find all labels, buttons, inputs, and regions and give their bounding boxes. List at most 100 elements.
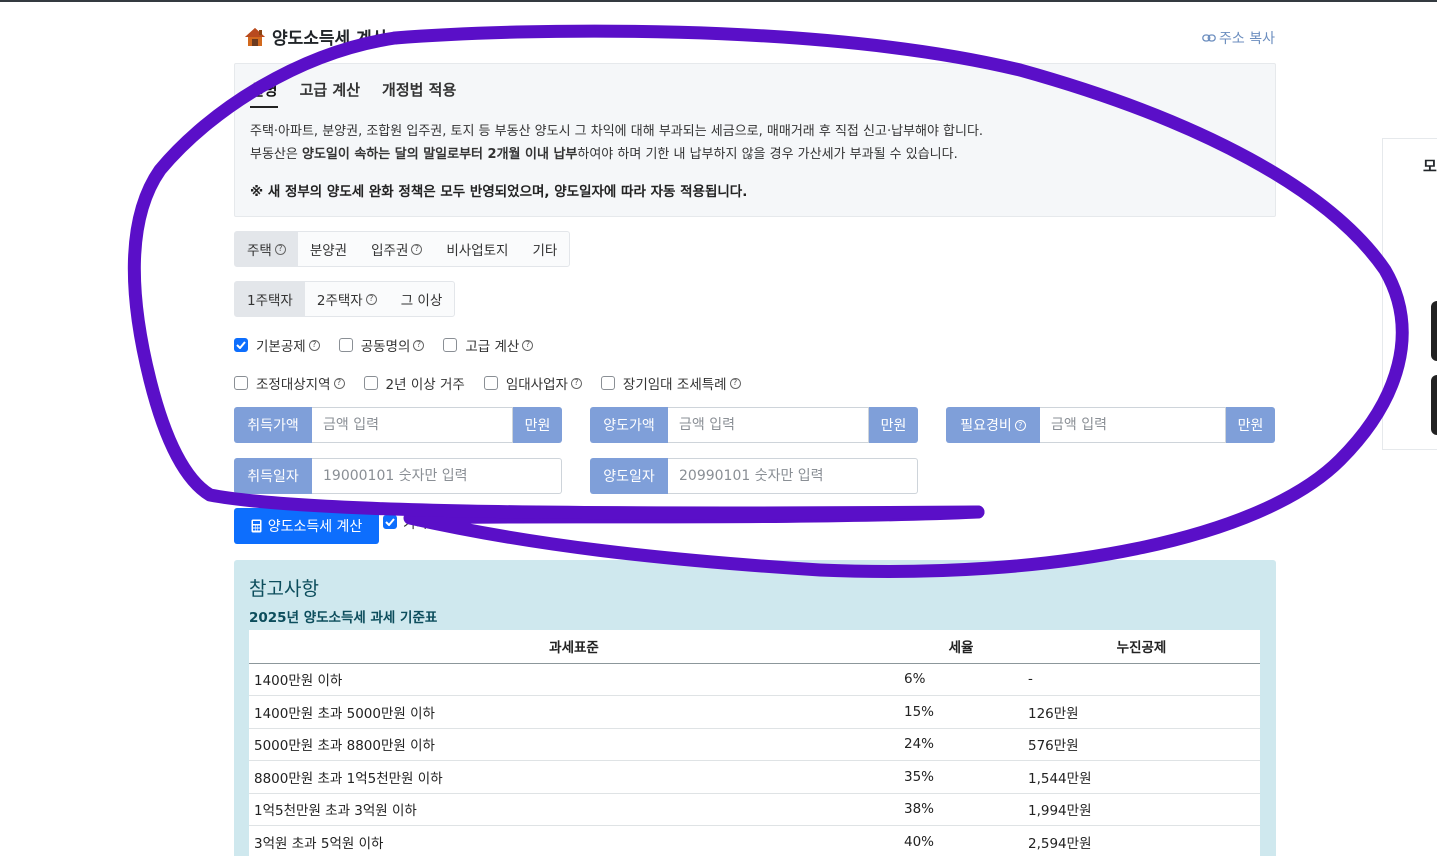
check-joint-ownership[interactable]: 공동명의? bbox=[338, 335, 425, 355]
help-icon[interactable]: ? bbox=[365, 293, 377, 305]
check-advanced-calc-label: 고급 계산 bbox=[465, 339, 520, 355]
table-row: 5000만원 초과 8800만원 이하 24% 576만원 bbox=[249, 728, 1260, 761]
check-long-term-rental[interactable]: 장기임대 조세특례? bbox=[600, 373, 741, 393]
help-icon[interactable]: ? bbox=[274, 243, 286, 255]
check-basic-deduction[interactable]: 기본공제? bbox=[234, 335, 320, 355]
copy-link-label: 주소 복사 bbox=[1219, 31, 1275, 47]
acquisition-date-group: 취득일자 bbox=[234, 458, 562, 494]
owner-count-one[interactable]: 1주택자 bbox=[235, 282, 305, 316]
table-header-row: 과세표준 세율 누진공제 bbox=[249, 630, 1260, 664]
help-icon[interactable]: ? bbox=[729, 377, 741, 389]
check-long-term-rental-label: 장기임대 조세특례 bbox=[622, 377, 727, 393]
cell-tax-base: 5000만원 초과 8800만원 이하 bbox=[249, 728, 899, 761]
copy-address-link[interactable]: 주소 복사 bbox=[1202, 28, 1275, 48]
calculate-button-label: 양도소득세 계산 bbox=[267, 519, 363, 535]
property-type-house-label: 주택 bbox=[247, 243, 272, 259]
cell-deduction: 576만원 bbox=[1023, 728, 1260, 761]
page-title-text: 양도소득세 계산 bbox=[272, 29, 388, 49]
cell-deduction: 1,994만원 bbox=[1023, 793, 1260, 826]
calculate-button[interactable]: 양도소득세 계산 bbox=[234, 508, 379, 544]
side-panel-title: 모 bbox=[1423, 157, 1437, 175]
unit-label: 만원 bbox=[1226, 407, 1275, 443]
side-panel-button[interactable] bbox=[1431, 375, 1437, 435]
reference-panel: 참고사항 2025년 양도소득세 과세 기준표 과세표준 세율 누진공제 140… bbox=[234, 560, 1276, 856]
cell-tax-base: 1400만원 이하 bbox=[249, 663, 899, 696]
help-icon[interactable]: ? bbox=[411, 243, 423, 255]
expense-label-text: 필요경비 bbox=[960, 418, 1012, 434]
info-line-2-post: 하여야 하며 기한 내 납부하지 않을 경우 가산세가 부과될 수 있습니다. bbox=[577, 147, 958, 162]
checkbox[interactable] bbox=[443, 338, 458, 352]
help-icon[interactable]: ? bbox=[522, 339, 534, 351]
help-icon[interactable]: ? bbox=[1014, 419, 1026, 431]
help-icon[interactable]: ? bbox=[333, 377, 345, 389]
table-row: 3억원 초과 5억원 이하 40% 2,594만원 bbox=[249, 825, 1260, 856]
link-icon bbox=[1202, 34, 1216, 42]
cell-rate: 15% bbox=[899, 695, 1023, 729]
checkbox[interactable] bbox=[234, 376, 248, 390]
cell-deduction: 126만원 bbox=[1023, 695, 1260, 729]
property-type-other[interactable]: 기타 bbox=[520, 232, 569, 266]
info-panel: 설명 고급 계산 개정법 적용 주택·아파트, 분양권, 조합원 입주권, 토지… bbox=[234, 63, 1276, 217]
checkbox[interactable] bbox=[338, 338, 353, 352]
options-row-2: 조정대상지역? 2년 이상 거주 임대사업자? 장기임대 조세특례? bbox=[234, 373, 760, 393]
sale-price-input[interactable] bbox=[668, 407, 869, 443]
sale-price-label: 양도가액 bbox=[590, 407, 668, 443]
unit-label: 만원 bbox=[869, 407, 918, 443]
info-line-2-pre: 부동산은 bbox=[250, 147, 302, 162]
info-tabs: 설명 고급 계산 개정법 적용 bbox=[250, 79, 456, 108]
cell-deduction: 1,544만원 bbox=[1023, 760, 1260, 794]
col-header-tax-base: 과세표준 bbox=[249, 630, 899, 664]
check-rental-business-label: 임대사업자 bbox=[505, 377, 568, 393]
checkbox-checked[interactable] bbox=[383, 515, 397, 529]
info-note: ※ 새 정부의 양도세 완화 정책은 모두 반영되었으며, 양도일자에 따라 자… bbox=[250, 184, 748, 200]
sale-date-label: 양도일자 bbox=[590, 458, 668, 494]
tab-description[interactable]: 설명 bbox=[250, 79, 278, 108]
record-toggle[interactable]: 기록 bbox=[383, 512, 428, 532]
help-icon[interactable]: ? bbox=[308, 339, 320, 351]
table-row: 1400만원 이하 6% - bbox=[249, 663, 1260, 696]
tab-revised-law[interactable]: 개정법 적용 bbox=[382, 79, 456, 108]
acquisition-price-group: 취득가액 만원 bbox=[234, 407, 562, 443]
property-type-presale[interactable]: 분양권 bbox=[298, 232, 359, 266]
unit-label: 만원 bbox=[513, 407, 562, 443]
reference-subtitle: 2025년 양도소득세 과세 기준표 bbox=[249, 610, 438, 626]
checkbox[interactable] bbox=[363, 376, 378, 390]
property-type-occupancy[interactable]: 입주권? bbox=[359, 232, 434, 266]
cell-tax-base: 3억원 초과 5억원 이하 bbox=[249, 825, 899, 856]
tab-advanced-calc[interactable]: 고급 계산 bbox=[300, 79, 360, 108]
owner-count-more[interactable]: 그 이상 bbox=[389, 282, 455, 316]
cell-rate: 6% bbox=[899, 663, 1023, 696]
expense-group: 필요경비? 만원 bbox=[946, 407, 1275, 443]
side-panel-button[interactable] bbox=[1431, 301, 1437, 361]
cell-rate: 35% bbox=[899, 760, 1023, 794]
owner-count-group: 1주택자 2주택자? 그 이상 bbox=[234, 281, 456, 317]
reference-title: 참고사항 bbox=[249, 578, 319, 600]
help-icon[interactable]: ? bbox=[413, 339, 425, 351]
checkbox[interactable] bbox=[600, 376, 615, 390]
checkbox[interactable] bbox=[483, 376, 498, 390]
owner-count-more-label: 그 이상 bbox=[400, 293, 443, 309]
check-two-year-residence[interactable]: 2년 이상 거주 bbox=[363, 373, 465, 393]
owner-count-two[interactable]: 2주택자? bbox=[305, 282, 389, 316]
property-type-nonbiz-land[interactable]: 비사업토지 bbox=[434, 232, 520, 266]
check-advanced-calc[interactable]: 고급 계산? bbox=[443, 335, 534, 355]
table-row: 1400만원 초과 5000만원 이하 15% 126만원 bbox=[249, 695, 1260, 729]
sale-date-input[interactable] bbox=[668, 458, 918, 494]
info-line-1: 주택·아파트, 분양권, 조합원 입주권, 토지 등 부동산 양도시 그 차익에… bbox=[250, 124, 984, 139]
check-rental-business[interactable]: 임대사업자? bbox=[483, 373, 582, 393]
cell-deduction: - bbox=[1023, 663, 1260, 696]
checkmark-icon bbox=[385, 518, 395, 526]
cell-rate: 38% bbox=[899, 793, 1023, 826]
property-type-group: 주택? 분양권 입주권? 비사업토지 기타 bbox=[234, 231, 571, 267]
help-icon[interactable]: ? bbox=[570, 377, 582, 389]
info-line-2-bold: 양도일이 속하는 달의 말일로부터 2개월 이내 납부 bbox=[301, 147, 578, 162]
acquisition-date-input[interactable] bbox=[312, 458, 562, 494]
acquisition-price-input[interactable] bbox=[312, 407, 513, 443]
side-panel: 모 bbox=[1382, 138, 1437, 450]
table-row: 1억5천만원 초과 3억원 이하 38% 1,994만원 bbox=[249, 793, 1260, 826]
expense-input[interactable] bbox=[1040, 407, 1226, 443]
sale-date-group: 양도일자 bbox=[590, 458, 918, 494]
property-type-house[interactable]: 주택? bbox=[235, 232, 298, 266]
checkbox-checked[interactable] bbox=[234, 338, 248, 352]
check-regulated-area[interactable]: 조정대상지역? bbox=[234, 373, 345, 393]
